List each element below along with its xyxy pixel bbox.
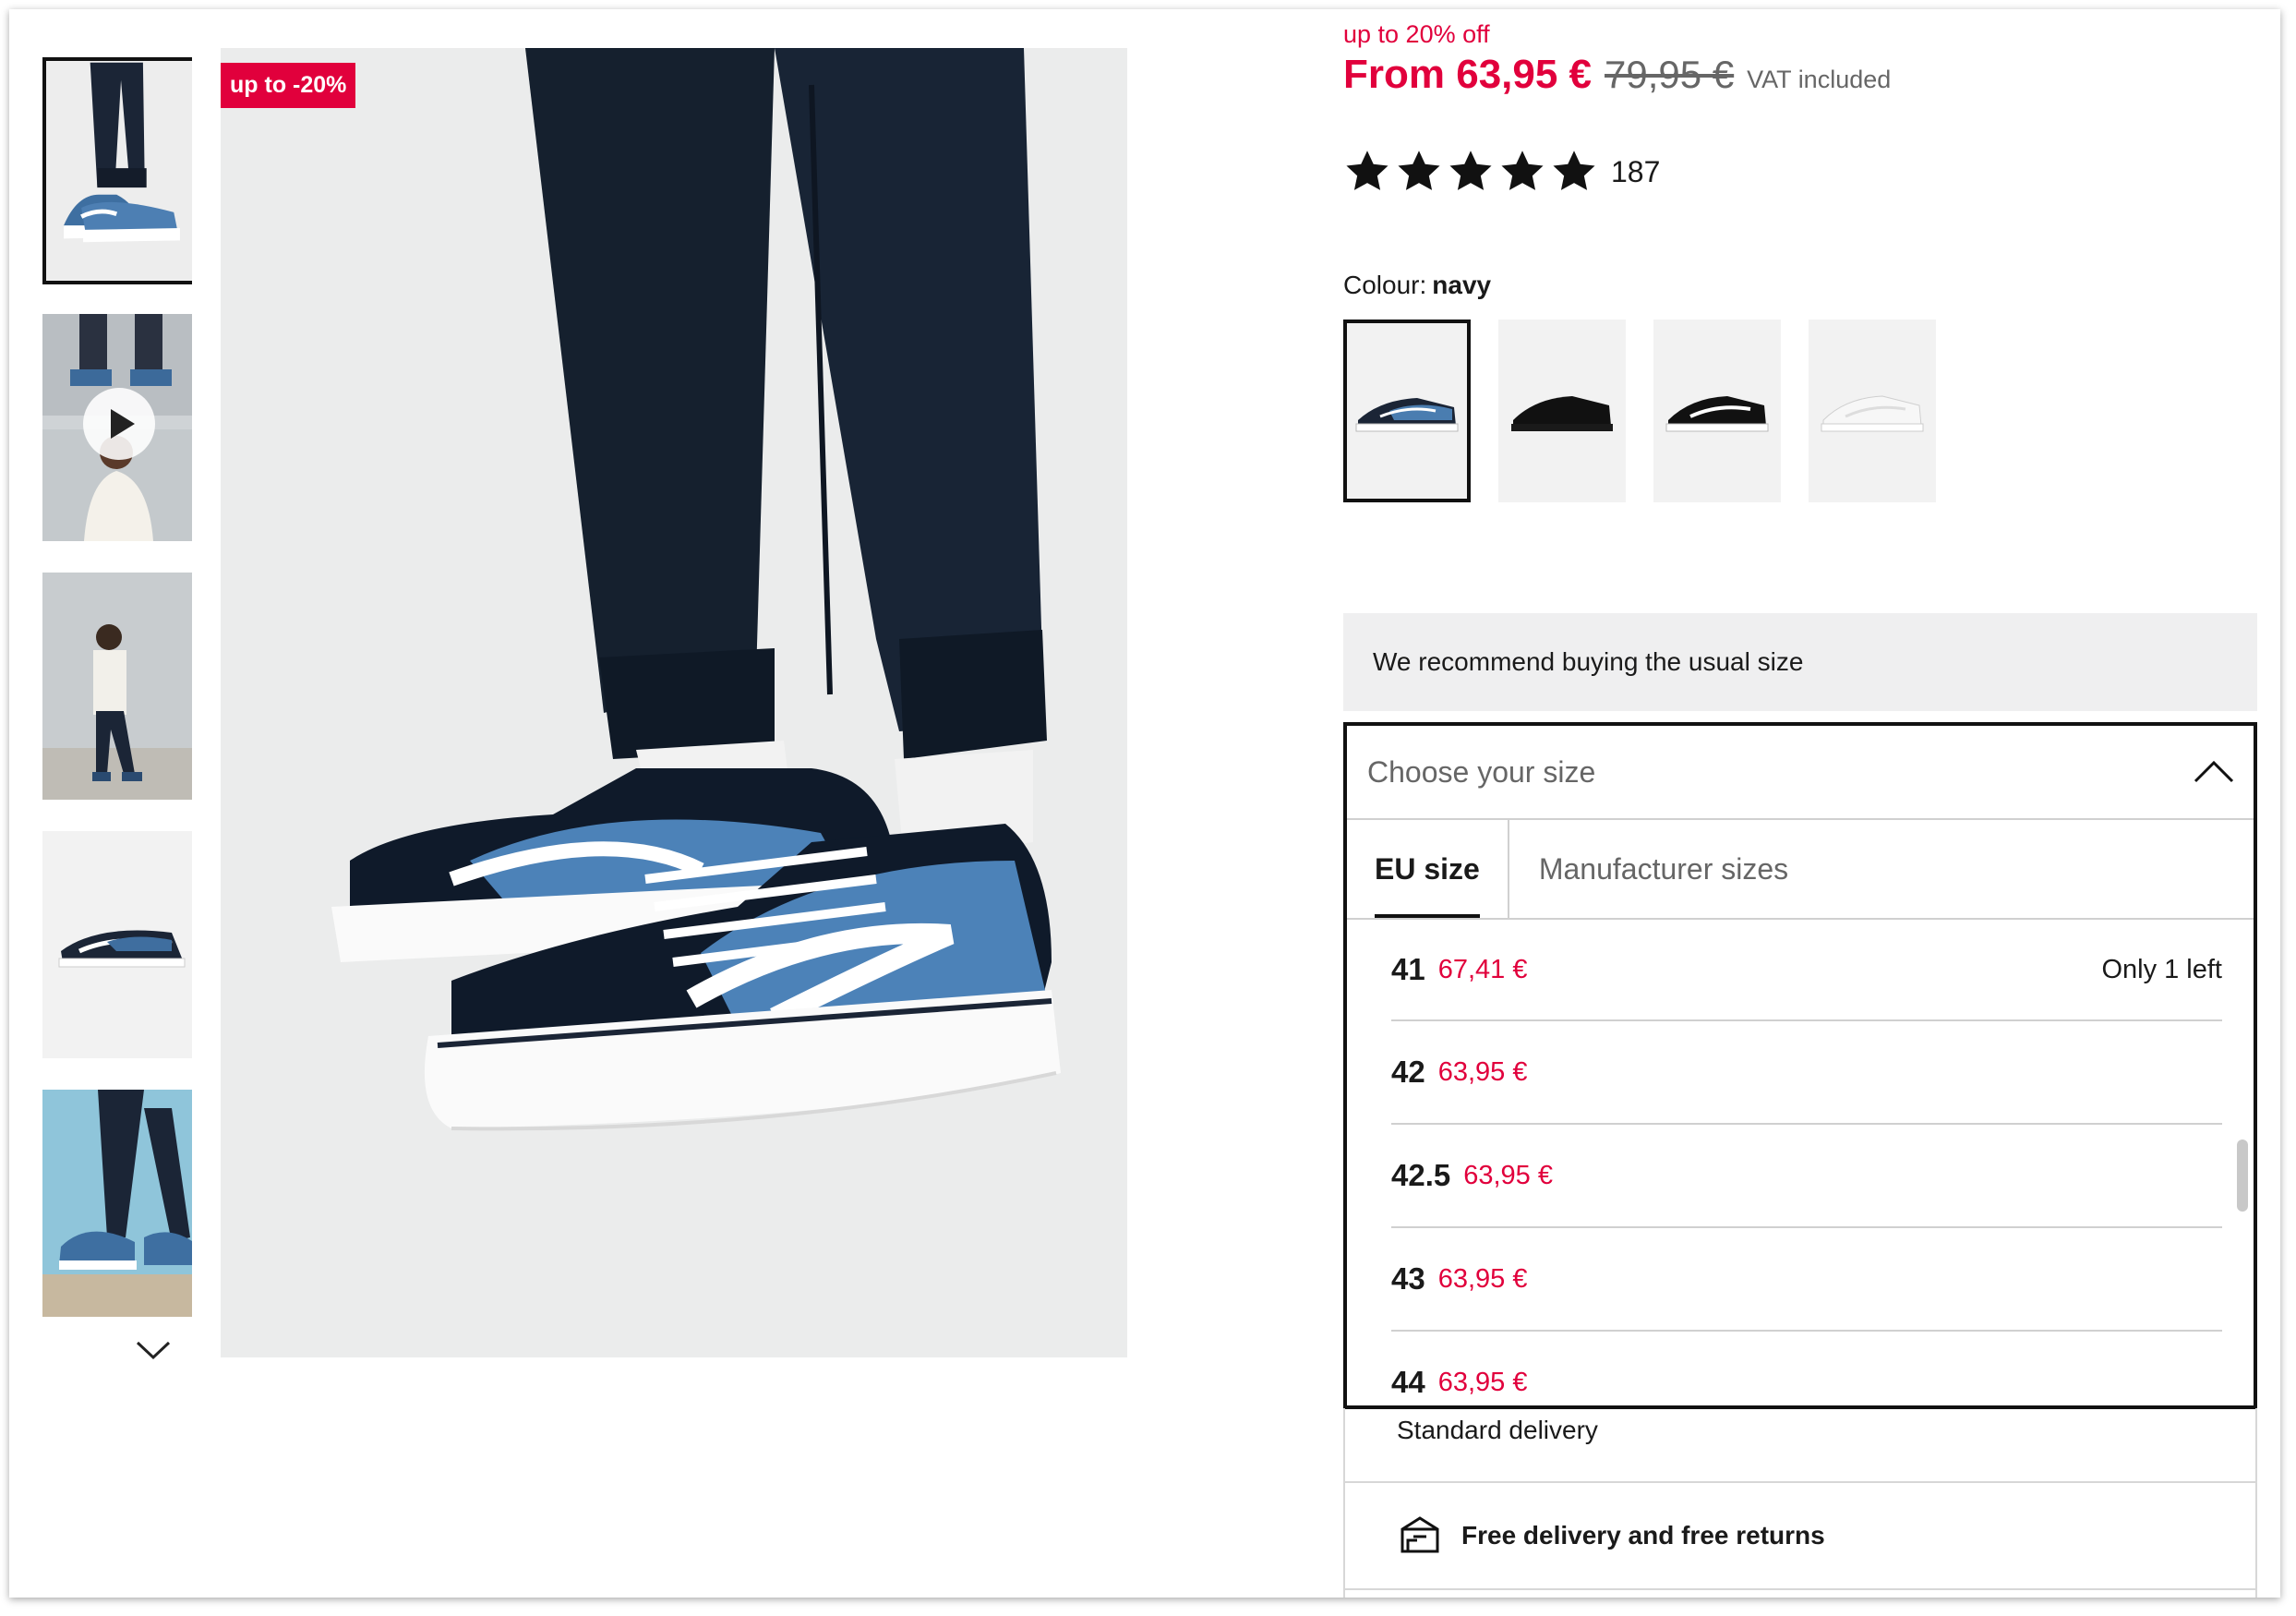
colour-value: navy: [1432, 271, 1492, 299]
current-price: From 63,95 €: [1343, 52, 1593, 97]
thumbnail-3[interactable]: [42, 573, 192, 800]
star-icon: [1398, 151, 1440, 190]
size-list: 41 67,41 € Only 1 left 42 63,95 € 42.5 6…: [1347, 918, 2254, 1405]
thumbnail-strip: [33, 48, 192, 1369]
free-delivery-text: Free delivery and free returns: [1461, 1521, 1825, 1550]
divider: [1343, 1481, 2257, 1483]
swatch-navy[interactable]: [1343, 320, 1471, 502]
tab-eu-size[interactable]: EU size: [1347, 820, 1509, 918]
size-option[interactable]: 42.5 63,95 €: [1391, 1125, 2222, 1228]
star-icon: [1346, 151, 1388, 190]
star-icon: [1449, 151, 1492, 190]
stock-note: Only 1 left: [2101, 954, 2222, 984]
divider: [1343, 1588, 2257, 1590]
thumbnail-image: [46, 62, 192, 280]
rating[interactable]: 187: [1343, 148, 1660, 196]
size-price: 63,95 €: [1463, 1160, 1553, 1190]
main-product-image[interactable]: [221, 48, 1127, 1357]
colour-label: Colour: navy: [1343, 271, 1491, 300]
star-icon: [1553, 151, 1595, 190]
chevron-down-icon: [136, 1341, 171, 1360]
thumbnail-5[interactable]: [42, 1090, 192, 1317]
rating-count: 187: [1611, 154, 1661, 188]
thumbnail-image: [42, 1090, 192, 1317]
size-option[interactable]: 42 63,95 €: [1391, 1021, 2222, 1125]
swatch-black-white[interactable]: [1653, 320, 1781, 502]
thumbnail-image: [42, 573, 192, 800]
size-price: 67,41 €: [1437, 954, 1528, 984]
swatch-white[interactable]: [1809, 320, 1936, 502]
play-icon[interactable]: [83, 388, 155, 460]
price-row: From 63,95 € 79,95 € VAT included: [1343, 52, 1891, 98]
swatch-black-black[interactable]: [1498, 320, 1626, 502]
size-value: 44: [1391, 1365, 1425, 1399]
size-picker: Choose your size EU size Manufacturer si…: [1343, 722, 2257, 1409]
standard-delivery-label: Standard delivery: [1397, 1416, 1598, 1444]
tab-manufacturer-sizes[interactable]: Manufacturer sizes: [1509, 820, 1818, 918]
size-recommendation: We recommend buying the usual size: [1343, 613, 2257, 711]
size-tabs: EU size Manufacturer sizes: [1347, 820, 2254, 920]
shoe-swatch-image: [1665, 396, 1769, 432]
size-price: 63,95 €: [1437, 1367, 1528, 1397]
vat-note: VAT included: [1747, 66, 1892, 93]
colour-swatches: [1343, 320, 1936, 502]
chevron-up-icon[interactable]: [2193, 759, 2235, 785]
free-delivery-row: Free delivery and free returns: [1397, 1514, 1825, 1557]
product-photo: [221, 48, 1127, 1357]
size-option[interactable]: 44 63,95 €: [1391, 1332, 2222, 1405]
size-value: 43: [1391, 1261, 1425, 1296]
star-icon: [1501, 151, 1544, 190]
shoe-swatch-image: [1511, 396, 1613, 431]
size-value: 41: [1391, 952, 1425, 986]
size-value: 42.5: [1391, 1158, 1451, 1192]
package-icon: [1400, 1516, 1439, 1553]
size-value: 42: [1391, 1055, 1425, 1089]
size-list-scrollbar[interactable]: [2237, 1140, 2248, 1212]
size-picker-placeholder: Choose your size: [1367, 754, 1596, 789]
page-frame: up to -20% up to 20% off From 63,95 € 79…: [9, 9, 2280, 1598]
original-price: 79,95 €: [1605, 53, 1735, 96]
sale-badge: up to -20%: [221, 63, 356, 108]
thumbnail-1[interactable]: [42, 57, 192, 284]
size-picker-header[interactable]: Choose your size: [1347, 726, 2254, 820]
size-price: 63,95 €: [1437, 1263, 1528, 1294]
scroll-thumbnails-down-button[interactable]: [116, 1322, 190, 1369]
thumbnail-4[interactable]: [42, 831, 192, 1058]
size-option[interactable]: 41 67,41 € Only 1 left: [1391, 918, 2222, 1021]
discount-label: up to 20% off: [1343, 20, 1490, 48]
size-option[interactable]: 43 63,95 €: [1391, 1228, 2222, 1332]
thumbnail-image: [42, 831, 192, 1058]
size-price: 63,95 €: [1437, 1056, 1528, 1087]
shoe-swatch-image: [1821, 395, 1924, 432]
thumbnail-2-video[interactable]: [42, 314, 192, 541]
colour-label-text: Colour:: [1343, 271, 1427, 299]
shoe-swatch-image: [1355, 398, 1459, 432]
